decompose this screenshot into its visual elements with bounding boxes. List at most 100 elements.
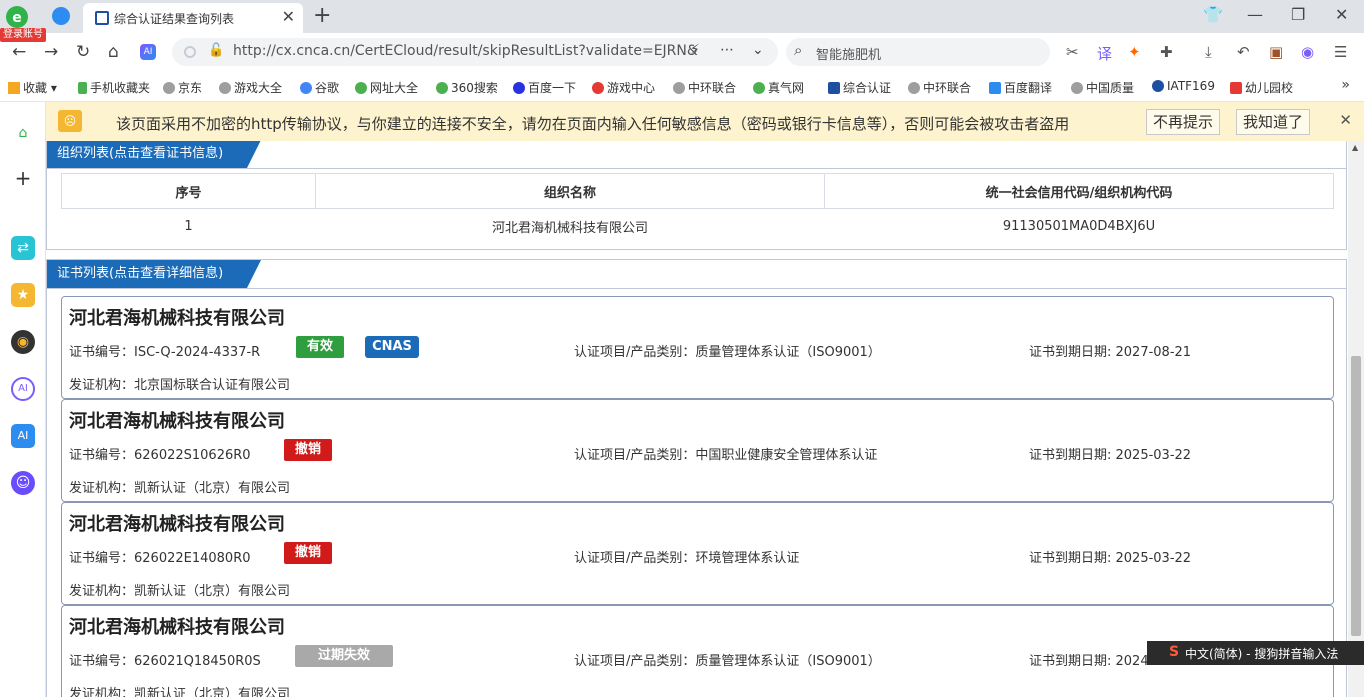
new-tab-icon[interactable]: +: [313, 3, 331, 28]
search-input[interactable]: 智能施肥机: [816, 44, 881, 63]
game-icon[interactable]: ✦: [1128, 43, 1141, 61]
cert-card[interactable]: 河北君海机械科技有限公司 证书编号：626022S10626R0 撤销 认证项目…: [61, 399, 1334, 502]
add-icon[interactable]: +: [11, 166, 35, 190]
site-favicon-icon: [95, 11, 109, 25]
bookmark-item[interactable]: 中环联合: [673, 79, 736, 96]
browser-tab-bar: e 登录账号 综合认证结果查询列表 ✕ + 👕 — ❐ ✕: [0, 0, 1364, 42]
page-scrollbar[interactable]: ▲: [1348, 141, 1364, 697]
status-badge: 过期失效: [295, 645, 393, 667]
tab-close-icon[interactable]: ✕: [282, 7, 295, 26]
star-icon[interactable]: ★: [11, 283, 35, 307]
robot-icon[interactable]: ◉: [11, 330, 35, 354]
bookmark-item[interactable]: 真气网: [753, 79, 804, 96]
cert-expiry: 证书到期日期: 2025-03-22: [1029, 551, 1192, 566]
cert-expiry: 证书到期日期: 2024: [1029, 654, 1149, 669]
column-header: 序号: [61, 173, 316, 209]
address-bar[interactable]: 🔓 http://cx.cnca.cn/CertECloud/result/sk…: [172, 38, 778, 66]
cert-org-name: 河北君海机械科技有限公司: [69, 617, 285, 638]
bookmark-item[interactable]: 幼儿园校: [1230, 79, 1293, 96]
bookmark-item[interactable]: IATF169: [1152, 79, 1215, 93]
ai-chat-icon[interactable]: AI: [11, 377, 35, 401]
chevron-down-icon[interactable]: ⌄: [752, 42, 764, 58]
cert-project: 认证项目/产品类别：质量管理体系认证（ISO9001）: [574, 654, 881, 669]
sogou-icon: S: [1169, 644, 1180, 660]
translate-icon[interactable]: 译: [1097, 43, 1112, 64]
cert-number: 证书编号：ISC-Q-2024-4337-R: [69, 345, 261, 360]
warning-message: 该页面采用不加密的http传输协议，与你建立的连接不安全，请勿在页面内输入任何敏…: [116, 115, 1070, 133]
table-row[interactable]: 1 河北君海机械科技有限公司 91130501MA0D4BXJ6U: [62, 209, 1334, 245]
bookmark-item[interactable]: 360搜索: [436, 79, 498, 96]
scissors-icon[interactable]: ✂: [1066, 43, 1079, 61]
wallet-icon[interactable]: ▣: [1269, 43, 1283, 61]
lightning-icon[interactable]: ⚡: [690, 42, 700, 58]
cert-issuer: 发证机构：凯新认证（北京）有限公司: [69, 481, 291, 496]
insecure-lock-icon[interactable]: 🔓: [208, 43, 224, 58]
app-icon[interactable]: ⇄: [11, 236, 35, 260]
bookmark-item[interactable]: 百度翻译: [989, 79, 1052, 96]
back-icon[interactable]: ←: [12, 42, 26, 62]
url-text[interactable]: http://cx.cnca.cn/CertECloud/result/skip…: [233, 43, 698, 59]
bookmark-item[interactable]: 中国质量: [1071, 79, 1134, 96]
bookmark-item[interactable]: 游戏大全: [219, 79, 282, 96]
home-icon[interactable]: ⌂: [108, 42, 119, 62]
login-badge[interactable]: 登录账号: [0, 28, 46, 42]
chat-icon[interactable]: ☺: [11, 471, 35, 495]
site-icon: [355, 82, 367, 94]
site-icon: [436, 82, 448, 94]
bookmark-item[interactable]: 综合认证: [828, 79, 891, 96]
bookmark-item[interactable]: 百度一下: [513, 79, 576, 96]
ai-icon[interactable]: AI: [11, 424, 35, 448]
undo-icon[interactable]: ↶: [1237, 43, 1250, 61]
site-icon: [753, 82, 765, 94]
bookmarks-more-icon[interactable]: »: [1341, 77, 1350, 93]
bookmark-item[interactable]: 网址大全: [355, 79, 418, 96]
cert-card[interactable]: 河北君海机械科技有限公司 证书编号：ISC-Q-2024-4337-R 有效 C…: [61, 296, 1334, 399]
ai-icon[interactable]: ◉: [1301, 43, 1314, 61]
site-icon: [1152, 80, 1164, 92]
bookmark-item[interactable]: 游戏中心: [592, 79, 655, 96]
site-info-icon[interactable]: [184, 46, 196, 58]
cert-list-panel: 证书列表(点击查看详细信息) 河北君海机械科技有限公司 证书编号：ISC-Q-2…: [46, 259, 1347, 697]
tab-active[interactable]: 综合认证结果查询列表 ✕: [83, 3, 303, 33]
scroll-up-icon[interactable]: ▲: [1352, 143, 1358, 152]
pinned-tab-icon[interactable]: [52, 7, 70, 25]
reload-icon[interactable]: ↻: [76, 42, 90, 62]
close-icon[interactable]: ✕: [1339, 111, 1352, 129]
org-name[interactable]: 河北君海机械科技有限公司: [316, 209, 825, 245]
forward-icon[interactable]: →: [44, 42, 58, 62]
minimize-icon[interactable]: —: [1247, 5, 1263, 24]
ime-status-bar[interactable]: S 中文(简体) - 搜狗拼音输入法: [1147, 641, 1364, 665]
more-dots-icon[interactable]: ⋯: [720, 42, 734, 58]
cert-issuer: 发证机构：凯新认证（北京）有限公司: [69, 584, 291, 599]
bookmark-item[interactable]: 谷歌: [300, 79, 339, 96]
bookmark-item[interactable]: 京东: [163, 79, 202, 96]
menu-icon[interactable]: ☰: [1334, 43, 1347, 61]
extensions-icon[interactable]: ✚: [1160, 43, 1173, 61]
column-header: 统一社会信用代码/组织机构代码: [824, 173, 1334, 209]
bookmark-item[interactable]: 收藏 ▾: [8, 79, 57, 96]
search-icon: ⌕: [794, 41, 803, 59]
tshirt-icon[interactable]: 👕: [1203, 5, 1223, 24]
scrollbar-thumb[interactable]: [1351, 356, 1361, 636]
ai-assistant-icon[interactable]: AI: [140, 44, 156, 60]
org-table: 序号 组织名称 统一社会信用代码/组织机构代码 1 河北君海机械科技有限公司 9…: [61, 173, 1334, 245]
cert-card[interactable]: 河北君海机械科技有限公司 证书编号：626022E14080R0 撤销 认证项目…: [61, 502, 1334, 605]
bookmark-item[interactable]: 中环联合: [908, 79, 971, 96]
browser-logo-icon[interactable]: e: [4, 4, 30, 30]
site-icon: [1230, 82, 1242, 94]
home-icon[interactable]: ⌂: [11, 121, 35, 145]
cert-card[interactable]: 河北君海机械科技有限公司 证书编号：626021Q18450R0S 过期失效 认…: [61, 605, 1334, 697]
restore-icon[interactable]: ❐: [1291, 5, 1305, 24]
dont-show-again-button[interactable]: 不再提示: [1146, 109, 1221, 135]
tab-title: 综合认证结果查询列表: [114, 12, 235, 26]
cert-issuer: 发证机构：凯新认证（北京）有限公司: [69, 687, 291, 697]
cert-org-name: 河北君海机械科技有限公司: [69, 308, 285, 329]
column-header: 组织名称: [315, 173, 825, 209]
download-icon[interactable]: ⤓: [1205, 43, 1212, 61]
window-close-icon[interactable]: ✕: [1335, 5, 1348, 24]
org-panel-title: 组织列表(点击查看证书信息): [47, 141, 262, 168]
bookmark-item[interactable]: 手机收藏夹: [78, 79, 150, 96]
left-sidebar: ⌂ + ⇄ ★ ◉ AI AI ☺: [0, 102, 46, 697]
got-it-button[interactable]: 我知道了: [1236, 109, 1311, 135]
search-box[interactable]: ⌕ 智能施肥机: [786, 38, 1050, 66]
